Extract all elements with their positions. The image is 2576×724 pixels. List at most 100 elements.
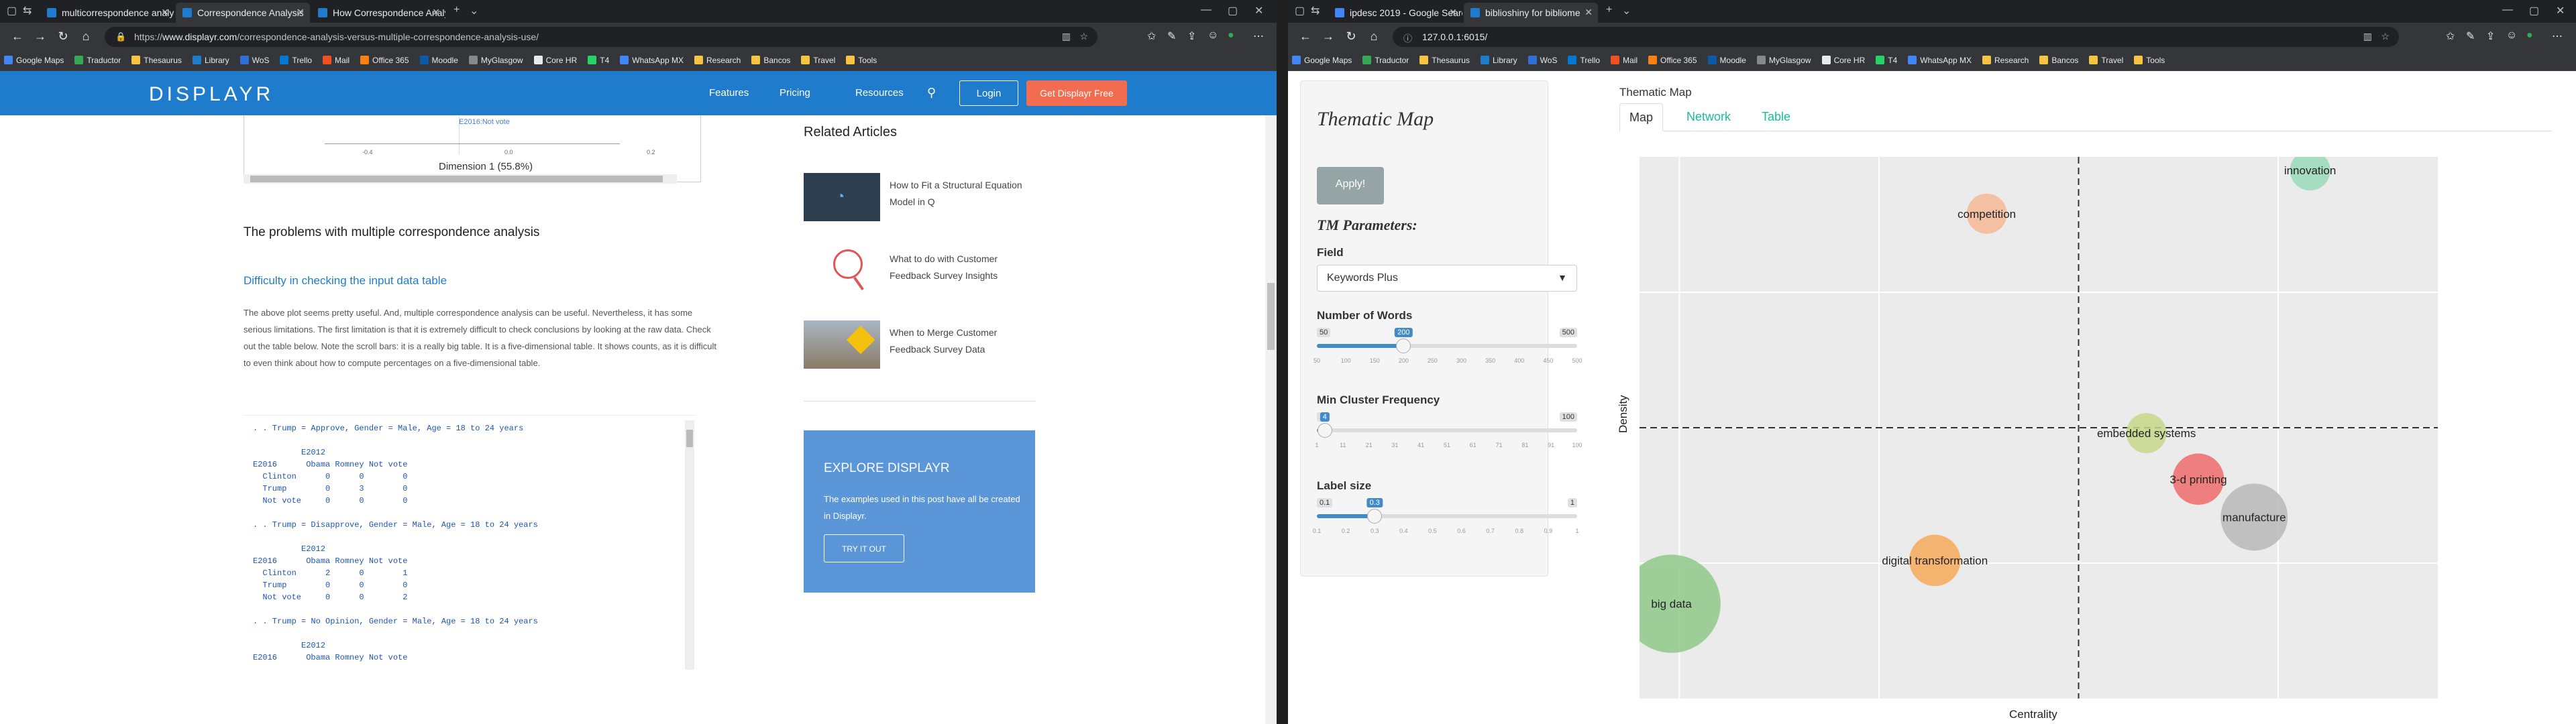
search-icon[interactable]: ⚲	[927, 86, 936, 100]
close-icon[interactable]: ✕	[432, 7, 440, 18]
displayr-logo[interactable]: DISPLAYR	[149, 83, 274, 106]
words-slider[interactable]: 50 500 200 50 100 150 200 250 300 350 400 450 500	[1313, 328, 1582, 364]
tab-network[interactable]: Network	[1677, 103, 1740, 131]
related-article-item[interactable]: What to do with Customer Feedback Survey…	[804, 247, 1032, 300]
maximize-icon[interactable]: ▢	[2529, 4, 2539, 17]
bookmark-item[interactable]: Library	[192, 56, 229, 65]
related-article-item[interactable]: ◔ How to Fit a Structural Equation Model…	[804, 173, 1032, 227]
favorites-icon[interactable]: ✩	[1147, 29, 1156, 43]
chevron-down-icon[interactable]: ⌄	[1622, 4, 1631, 17]
table-scrollbar[interactable]	[685, 420, 694, 670]
bookmark-item[interactable]: Tools	[846, 56, 877, 65]
close-window-icon[interactable]: ✕	[2556, 4, 2565, 17]
bookmark-item[interactable]: Bancos	[751, 56, 790, 65]
status-dot-icon[interactable]: ●	[2526, 29, 2533, 42]
bookmark-item[interactable]: Bancos	[2039, 56, 2078, 65]
bookmark-item[interactable]: Library	[1480, 56, 1517, 65]
star-icon[interactable]: ☆	[1079, 31, 1088, 42]
slider-handle[interactable]	[1317, 423, 1332, 438]
home-icon[interactable]: ⌂	[1366, 29, 1382, 44]
field-select[interactable]: Keywords Plus ▼	[1317, 265, 1577, 292]
minimize-icon[interactable]: —	[2502, 4, 2513, 16]
apply-button[interactable]: Apply!	[1317, 167, 1384, 204]
bookmark-item[interactable]: Travel	[2089, 56, 2123, 65]
bookmark-item[interactable]: Travel	[801, 56, 835, 65]
extensions-icon[interactable]: ☺	[2506, 29, 2517, 42]
bookmark-item[interactable]: T4	[1876, 56, 1897, 65]
star-icon[interactable]: ☆	[2381, 31, 2390, 42]
reload-icon[interactable]: ↻	[1343, 29, 1359, 44]
tab-map[interactable]: Map	[1619, 103, 1664, 131]
share-icon[interactable]: ⇪	[1187, 29, 1196, 43]
back-icon[interactable]: ←	[1297, 29, 1313, 44]
address-bar[interactable]: ⓘ 127.0.0.1:6015/ ▥ ☆	[1393, 27, 2399, 47]
bookmark-item[interactable]: Traductor	[74, 56, 121, 65]
close-icon[interactable]: ✕	[161, 7, 169, 18]
reader-icon[interactable]: ▥	[1062, 31, 1071, 42]
bookmark-item[interactable]: MyGlasgow	[1756, 56, 1811, 65]
new-tab-icon[interactable]: +	[1606, 4, 1612, 16]
try-it-out-button[interactable]: TRY IT OUT	[824, 534, 904, 562]
bookmark-item[interactable]: Trello	[280, 56, 312, 65]
related-article-item[interactable]: When to Merge Customer Feedback Survey D…	[804, 320, 1032, 374]
bookmark-item[interactable]: Office 365	[1648, 56, 1697, 65]
close-icon[interactable]: ✕	[1449, 7, 1457, 18]
bookmark-item[interactable]: Core HR	[1821, 56, 1865, 65]
tab-1[interactable]: biblioshiny for bibliome ✕	[1464, 3, 1598, 23]
chevron-down-icon[interactable]: ⌄	[470, 4, 478, 17]
maximize-icon[interactable]: ▢	[1228, 4, 1238, 17]
tab-actions-icon[interactable]: ⇆	[23, 4, 32, 17]
window-menu-icon[interactable]: ▢	[1295, 4, 1305, 17]
bookmark-item[interactable]: Office 365	[360, 56, 409, 65]
bookmark-item[interactable]: Thesaurus	[1419, 56, 1470, 65]
bookmark-item[interactable]: Mail	[323, 56, 350, 65]
page-scrollbar[interactable]	[1265, 115, 1277, 724]
slider-handle[interactable]	[1396, 339, 1411, 353]
tab-actions-icon[interactable]: ⇆	[1311, 4, 1320, 17]
bookmark-item[interactable]: WhatsApp MX	[1908, 56, 1972, 65]
bookmark-item[interactable]: T4	[588, 56, 609, 65]
nav-resources[interactable]: Resources	[855, 87, 904, 99]
related-article-title[interactable]: What to do with Customer Feedback Survey…	[890, 251, 1024, 284]
tab-0[interactable]: multicorrespondence analysi ✕	[40, 3, 174, 23]
tab-1[interactable]: Correspondence Analysis ✕	[176, 3, 310, 23]
bookmark-item[interactable]: Mail	[1611, 56, 1638, 65]
tab-table[interactable]: Table	[1752, 103, 1800, 131]
more-icon[interactable]: ⋯	[1253, 29, 1264, 43]
nav-features[interactable]: Features	[709, 87, 749, 99]
bookmark-item[interactable]: WoS	[1527, 56, 1557, 65]
bookmark-item[interactable]: Research	[694, 56, 741, 65]
bookmark-item[interactable]: Trello	[1568, 56, 1600, 65]
close-icon[interactable]: ✕	[297, 7, 305, 18]
bookmark-item[interactable]: Traductor	[1362, 56, 1409, 65]
reading-list-icon[interactable]: ✎	[2466, 29, 2475, 43]
reading-list-icon[interactable]: ✎	[1167, 29, 1176, 43]
window-menu-icon[interactable]: ▢	[7, 4, 17, 17]
related-article-title[interactable]: How to Fit a Structural Equation Model i…	[890, 177, 1024, 210]
reload-icon[interactable]: ↻	[55, 29, 71, 44]
minimize-icon[interactable]: —	[1201, 4, 1212, 16]
bookmark-item[interactable]: MyGlasgow	[468, 56, 523, 65]
back-icon[interactable]: ←	[9, 29, 25, 44]
bookmark-item[interactable]: WoS	[239, 56, 269, 65]
tab-0[interactable]: ipdesc 2019 - Google Search ✕	[1328, 3, 1462, 23]
close-window-icon[interactable]: ✕	[1254, 4, 1263, 17]
extensions-icon[interactable]: ☺	[1208, 29, 1218, 42]
close-icon[interactable]: ✕	[1585, 7, 1593, 18]
plot-scrollbar[interactable]	[244, 174, 677, 184]
bookmark-item[interactable]: WhatsApp MX	[620, 56, 684, 65]
get-displayr-free-button[interactable]: Get Displayr Free	[1026, 80, 1127, 106]
cluster-frequency-slider[interactable]: 110041112131415161718191100	[1315, 412, 1582, 448]
bookmark-item[interactable]: Google Maps	[4, 56, 64, 65]
tab-2[interactable]: How Correspondence Analy ✕	[311, 3, 445, 23]
forward-icon[interactable]: →	[32, 29, 48, 44]
address-bar[interactable]: 🔒 https://www.displayr.com/correspondenc…	[105, 27, 1097, 47]
slider-handle[interactable]	[1367, 509, 1383, 524]
related-article-title[interactable]: When to Merge Customer Feedback Survey D…	[890, 324, 1024, 358]
bookmark-item[interactable]: Moodle	[419, 56, 458, 65]
login-button[interactable]: Login	[959, 80, 1018, 106]
nav-pricing[interactable]: Pricing	[780, 87, 810, 99]
favorites-icon[interactable]: ✩	[2446, 29, 2455, 43]
forward-icon[interactable]: →	[1320, 29, 1336, 44]
bookmark-item[interactable]: Thesaurus	[131, 56, 182, 65]
